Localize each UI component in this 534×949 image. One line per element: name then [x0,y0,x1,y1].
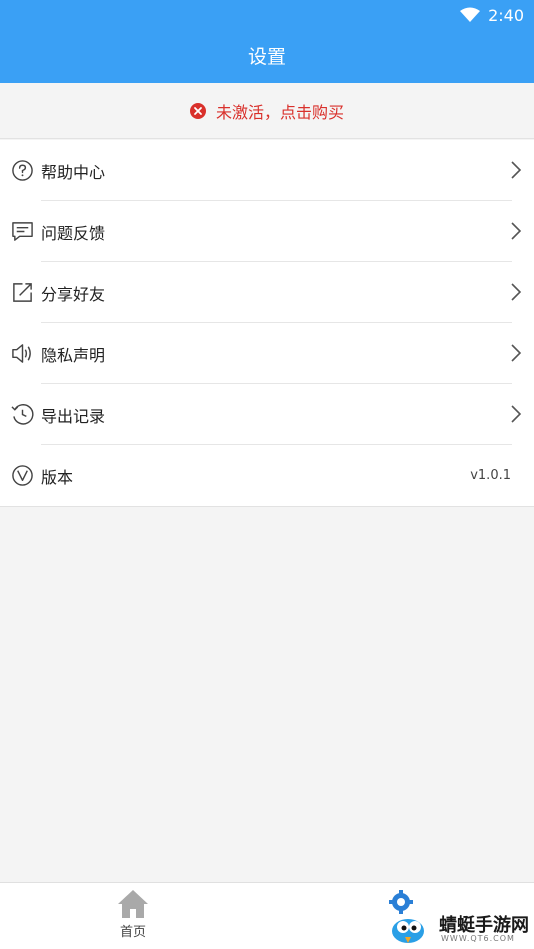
version-value: v1.0.1 [470,468,511,483]
share-icon [13,283,32,302]
menu-item-feedback[interactable]: 问题反馈 [0,201,534,262]
watermark-url: WWW.QT6.COM [441,934,515,943]
menu-item-label: 问题反馈 [41,223,106,243]
error-circle-icon [189,102,206,119]
history-icon [11,404,34,425]
watermark: 蜻蜓手游网 WWW.QT6.COM [383,887,531,947]
chevron-right-icon [511,283,522,301]
menu-item-export[interactable]: 导出记录 [0,384,534,445]
chevron-right-icon [511,161,522,179]
chevron-right-icon [511,405,522,423]
help-circle-icon [12,160,33,181]
chevron-right-icon [511,344,522,362]
menu-item-label: 版本 [41,467,74,487]
menu-item-label: 导出记录 [41,406,106,426]
alert-text: 未激活，点击购买 [215,102,344,122]
menu-item-label: 隐私声明 [41,345,106,365]
home-icon [118,890,148,918]
speaker-icon [12,344,31,363]
version-icon [12,465,33,486]
wifi-icon [460,7,481,22]
top-app-bar: 2:40 设置 [0,0,534,83]
status-bar: 2:40 [460,4,524,26]
menu-item-privacy[interactable]: 隐私声明 [0,323,534,384]
menu-item-help[interactable]: 帮助中心 [0,140,534,201]
menu-item-share[interactable]: 分享好友 [0,262,534,323]
menu-item-version: 版本 v1.0.1 [0,445,534,506]
tab-home-label: 首页 [119,925,146,940]
status-time: 2:40 [488,5,524,25]
activation-alert[interactable]: 未激活，点击购买 [0,83,534,139]
settings-menu: 帮助中心 问题反馈 分享好友 隐私声明 导出记录 版本 v1.0.1 [0,140,534,507]
tab-home[interactable]: 首页 [110,889,156,945]
menu-item-label: 分享好友 [41,284,106,304]
message-icon [12,222,33,241]
page-title: 设置 [247,46,286,68]
chevron-right-icon [511,222,522,240]
menu-item-label: 帮助中心 [41,162,106,182]
dragonfly-logo-icon [389,890,424,943]
